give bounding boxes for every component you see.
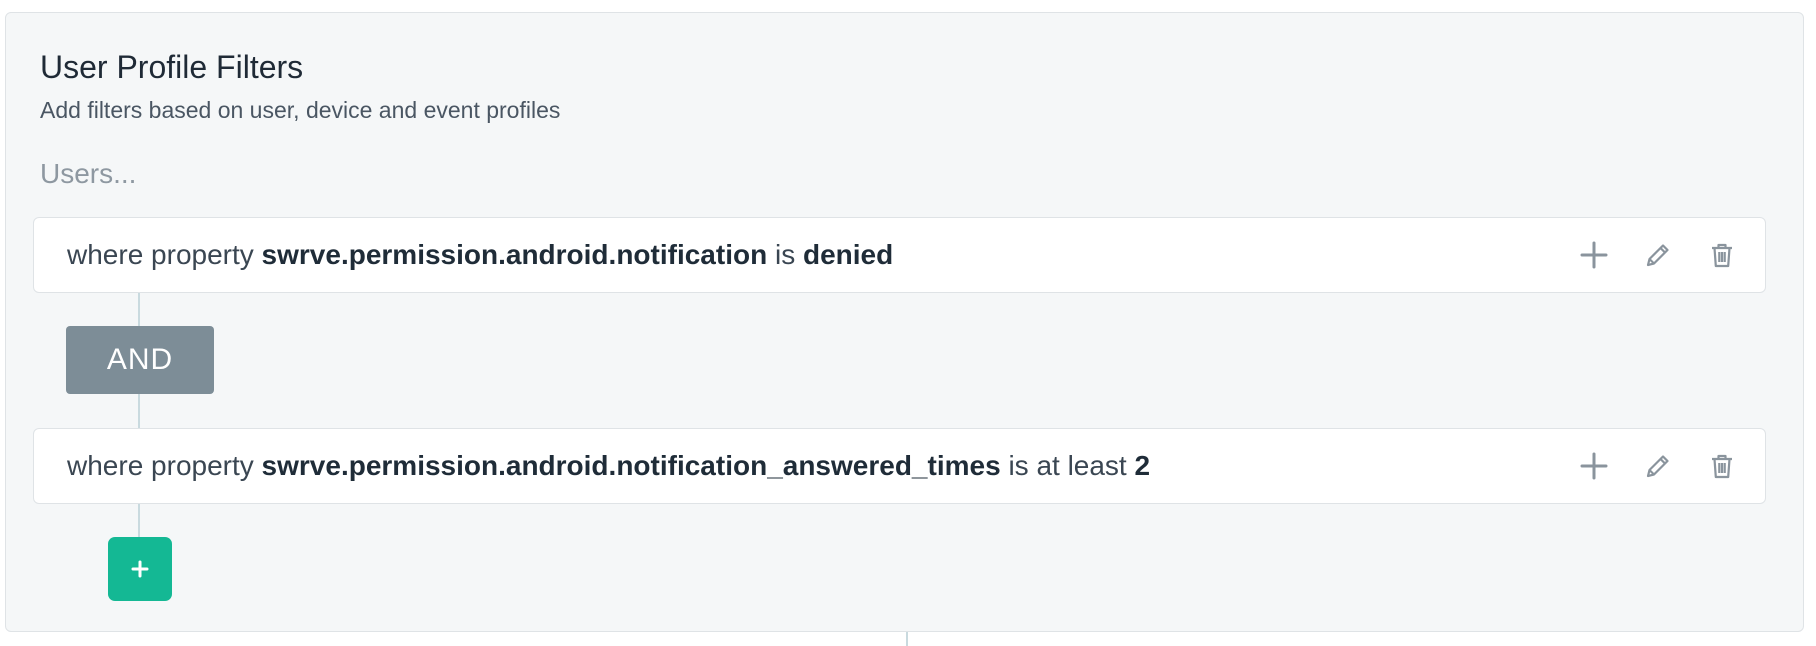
filter-row[interactable]: where property swrve.permission.android.… bbox=[33, 428, 1766, 504]
filter-operator: is bbox=[774, 239, 796, 270]
connector-line bbox=[138, 394, 140, 428]
connector-line bbox=[138, 293, 140, 326]
pencil-icon[interactable] bbox=[1641, 238, 1675, 272]
add-filter-button[interactable] bbox=[108, 537, 172, 601]
filter-row[interactable]: where property swrve.permission.android.… bbox=[33, 217, 1766, 293]
trash-icon[interactable] bbox=[1705, 238, 1739, 272]
plus-icon bbox=[131, 560, 149, 578]
and-combinator-badge[interactable]: AND bbox=[66, 326, 214, 394]
plus-icon[interactable] bbox=[1577, 449, 1611, 483]
filter-operator: is at least bbox=[1008, 450, 1127, 481]
row-actions bbox=[1577, 218, 1739, 292]
section-subtitle: Add filters based on user, device and ev… bbox=[40, 97, 561, 123]
connector-line bbox=[906, 632, 908, 646]
filter-prefix: where property bbox=[67, 239, 254, 270]
trash-icon[interactable] bbox=[1705, 449, 1739, 483]
filter-property: swrve.permission.android.notification_an… bbox=[261, 450, 1001, 481]
pencil-icon[interactable] bbox=[1641, 449, 1675, 483]
user-profile-filters-panel: User Profile Filters Add filters based o… bbox=[5, 12, 1804, 632]
connector-line bbox=[138, 504, 140, 537]
filter-value: 2 bbox=[1134, 450, 1151, 481]
filter-property: swrve.permission.android.notification bbox=[261, 239, 768, 270]
filter-condition: where property swrve.permission.android.… bbox=[67, 429, 1150, 503]
filter-prefix: where property bbox=[67, 450, 254, 481]
section-title: User Profile Filters bbox=[40, 49, 304, 85]
filter-condition: where property swrve.permission.android.… bbox=[67, 218, 893, 292]
plus-icon[interactable] bbox=[1577, 238, 1611, 272]
filter-value: denied bbox=[802, 239, 894, 270]
users-label: Users... bbox=[40, 158, 137, 189]
row-actions bbox=[1577, 429, 1739, 503]
